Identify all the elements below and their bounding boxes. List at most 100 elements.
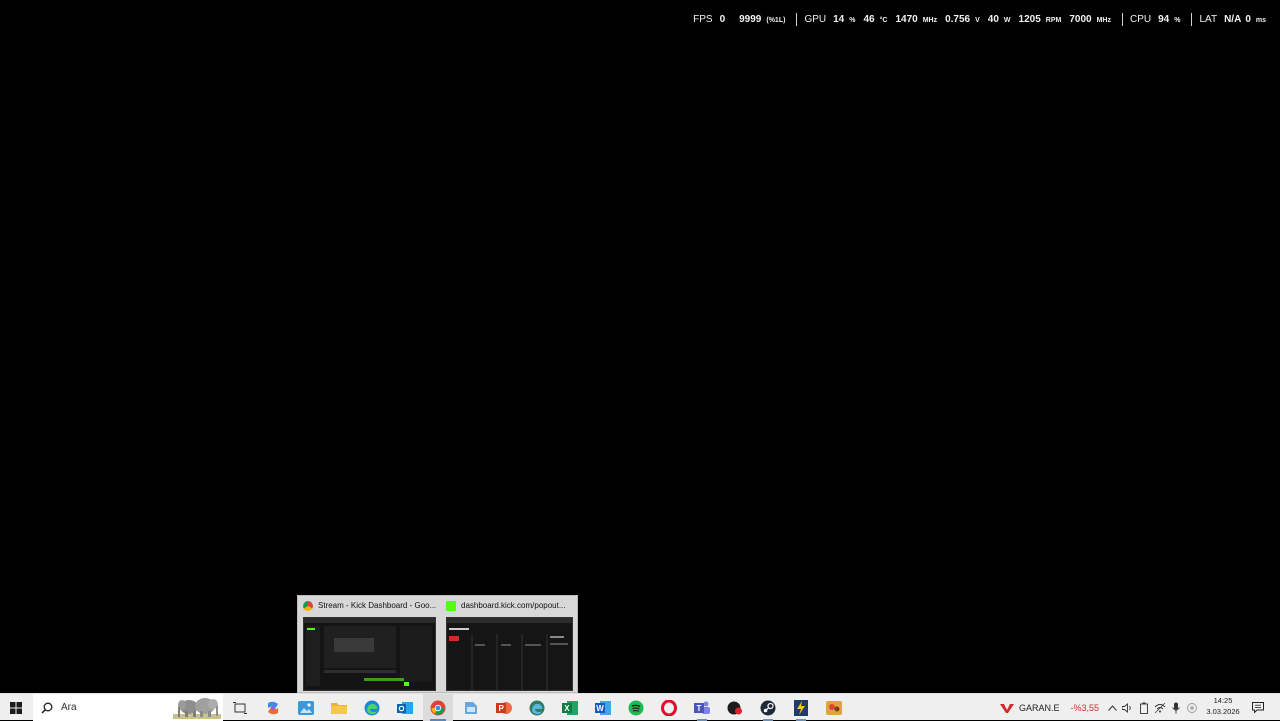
gpu-mem-clock-unit: MHz <box>1096 16 1111 24</box>
gpu-temp-unit: °C <box>879 16 888 24</box>
clock-time: 14:25 <box>1213 696 1233 705</box>
svg-text:W: W <box>596 704 604 713</box>
red-app-button[interactable] <box>720 694 750 721</box>
search-box[interactable]: Ara <box>33 694 223 721</box>
teams-button[interactable]: T <box>687 694 717 721</box>
opera-button[interactable] <box>654 694 684 721</box>
chrome-button[interactable] <box>423 694 453 721</box>
gpu-voltage-unit: V <box>975 16 980 24</box>
copilot-button[interactable] <box>258 694 288 721</box>
performance-overlay: FPS 0 9999 (%1L) GPU 14% 46 °C 1470 MHz 0.… <box>686 12 1266 26</box>
microphone-icon <box>1172 702 1180 713</box>
game-app-button[interactable] <box>819 694 849 721</box>
powerpoint-button[interactable]: P <box>489 694 519 721</box>
gpu-load: 14 <box>833 13 845 25</box>
red-app-icon <box>727 701 742 714</box>
steam-button[interactable] <box>753 694 783 721</box>
weather-button[interactable] <box>1184 694 1200 721</box>
file-explorer-button[interactable] <box>324 694 354 721</box>
fps-value: 0 <box>719 13 726 25</box>
show-desktop-button[interactable] <box>1274 694 1280 721</box>
svg-text:P: P <box>499 704 505 713</box>
search-icon <box>41 702 53 714</box>
lat-value: N/A <box>1224 13 1242 25</box>
gpu-clock: 1470 <box>895 13 918 25</box>
lat-value-ms: 0 <box>1245 13 1251 25</box>
gpu-mem-clock: 7000 <box>1069 13 1092 25</box>
word-button[interactable]: W <box>588 694 618 721</box>
taskbar: Ara P X W T GARAN.E -%3,55 14:25 3.03.20… <box>0 693 1280 721</box>
task-view-icon <box>233 701 247 714</box>
thumbnail-kick-popout[interactable]: dashboard.kick.com/popout... <box>441 596 577 692</box>
gpu-group: GPU 14% 46 °C 1470 MHz 0.756 V 40 W 1205 RPM … <box>797 14 1122 25</box>
show-hidden-icons-button[interactable] <box>1104 694 1120 721</box>
svg-text:X: X <box>564 704 570 713</box>
notification-icon <box>1252 702 1264 713</box>
edge-dev-button[interactable] <box>522 694 552 721</box>
battery-icon <box>1140 702 1148 714</box>
chrome-icon <box>303 600 313 611</box>
copilot-icon <box>268 701 278 714</box>
volume-button[interactable] <box>1119 694 1135 721</box>
teams-icon: T <box>694 701 710 714</box>
lat-label: LAT <box>1199 13 1218 25</box>
windows-icon <box>10 701 22 714</box>
fps-group: FPS 0 9999 (%1L) <box>686 14 796 25</box>
latency-group: LAT N/A 0 ms <box>1192 14 1266 25</box>
edge-button[interactable] <box>357 694 387 721</box>
search-highlight-elephants-icon <box>173 698 221 719</box>
gpu-clock-unit: MHz <box>922 16 938 24</box>
gpu-fan: 1205 <box>1018 13 1041 25</box>
powerpoint-icon: P <box>496 701 512 714</box>
search-placeholder: Ara <box>61 702 77 713</box>
cpu-load-unit: % <box>1174 16 1181 24</box>
gpu-label: GPU <box>804 13 827 25</box>
thumbnail-chrome-kick-dashboard[interactable]: Stream - Kick Dashboard - Goo... <box>298 596 439 692</box>
kick-icon <box>446 600 456 611</box>
thumbnail-title: dashboard.kick.com/popout... <box>461 601 566 610</box>
gpu-temp: 46 <box>863 13 875 25</box>
window-app-icon <box>465 701 477 714</box>
clock[interactable]: 14:25 3.03.2026 <box>1200 695 1246 720</box>
stock-change: -%3,55 <box>1070 702 1100 713</box>
cpu-load: 94 <box>1158 13 1170 25</box>
start-button[interactable] <box>0 694 32 721</box>
network-button[interactable] <box>1152 694 1168 721</box>
opera-icon <box>661 699 677 716</box>
edge-icon <box>364 700 380 715</box>
battery-button[interactable] <box>1136 694 1152 721</box>
gpu-fan-unit: RPM <box>1045 16 1062 24</box>
gpu-power: 40 <box>987 13 999 25</box>
game-app-icon <box>826 700 842 715</box>
task-view-button[interactable] <box>225 694 255 721</box>
fps-extra: (%1L) <box>766 16 786 24</box>
spotify-button[interactable] <box>621 694 651 721</box>
photos-button[interactable] <box>291 694 321 721</box>
chevron-up-icon <box>1107 704 1117 711</box>
vpn-app-button[interactable] <box>786 694 816 721</box>
speaker-icon <box>1121 702 1131 713</box>
outlook-icon <box>397 701 413 714</box>
excel-button[interactable]: X <box>555 694 585 721</box>
stock-ticker[interactable]: GARAN.E -%3,55 <box>1000 694 1099 721</box>
excel-icon: X <box>562 700 578 715</box>
wifi-icon <box>1154 702 1166 713</box>
thumbnail-preview <box>303 617 436 691</box>
notifications-button[interactable] <box>1250 694 1266 721</box>
thumbnail-preview <box>446 617 573 691</box>
outlook-button[interactable] <box>390 694 420 721</box>
cpu-label: CPU <box>1129 13 1152 25</box>
thumbnail-title: Stream - Kick Dashboard - Goo... <box>318 601 437 610</box>
app-window-button[interactable] <box>456 694 486 721</box>
word-icon: W <box>595 700 611 715</box>
fps-label: FPS <box>693 13 713 25</box>
folder-icon <box>331 703 347 714</box>
lat-unit: ms <box>1255 16 1266 24</box>
taskbar-thumbnail-popup: Stream - Kick Dashboard - Goo... dashboa… <box>297 595 578 693</box>
spotify-icon <box>628 700 644 715</box>
fps-max: 9999 <box>739 13 762 25</box>
weather-icon <box>1187 702 1197 713</box>
steam-icon <box>760 700 776 715</box>
microphone-button[interactable] <box>1168 694 1184 721</box>
chrome-icon <box>430 700 446 715</box>
